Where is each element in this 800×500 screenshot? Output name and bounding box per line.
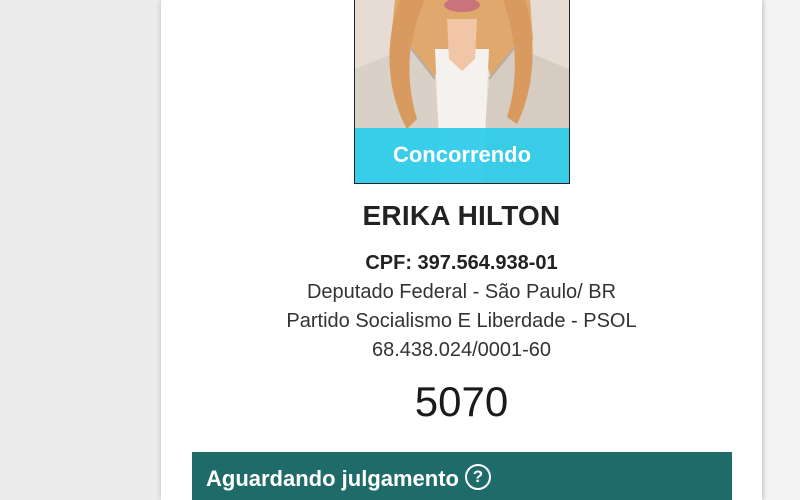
status-badge: Concorrendo (355, 128, 569, 183)
candidate-card: Concorrendo ERIKA HILTON CPF: 397.564.93… (161, 0, 762, 500)
candidate-photo: Concorrendo (354, 0, 570, 184)
judgment-status-bar: Aguardando julgamento ? (192, 452, 732, 500)
candidate-party: Partido Socialismo E Liberdade - PSOL (286, 310, 637, 332)
party-cnpj: 68.438.024/0001-60 (371, 339, 552, 361)
candidate-cpf: CPF: 397.564.938-01 (365, 252, 558, 274)
candidate-office: Deputado Federal - São Paulo/ BR (306, 281, 617, 303)
judgment-status-label: Aguardando julgamento (206, 466, 459, 491)
page-right-edge (762, 0, 800, 500)
page: Concorrendo ERIKA HILTON CPF: 397.564.93… (0, 0, 800, 500)
question-circle-icon[interactable]: ? (465, 464, 491, 490)
candidate-name: ERIKA HILTON (362, 200, 561, 231)
candidate-number: 5070 (414, 378, 509, 425)
